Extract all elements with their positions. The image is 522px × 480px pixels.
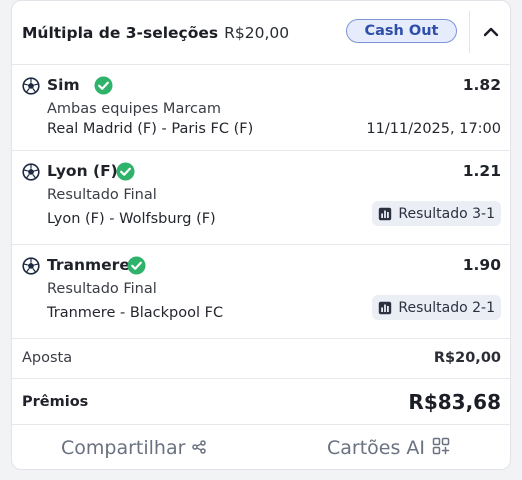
bet-header-amount: R$20,00 xyxy=(224,23,290,42)
selection-item: Lyon (F) 1.21 Resultado Final Lyon (F) -… xyxy=(12,151,510,245)
stake-label: Aposta xyxy=(22,350,73,366)
selection-odds: 1.21 xyxy=(462,162,501,180)
bet-header[interactable]: Múltipla de 3-seleções R$20,00 Cash Out xyxy=(12,1,510,65)
selection-odds: 1.90 xyxy=(462,256,501,274)
event-datetime: 11/11/2025, 17:00 xyxy=(366,121,501,137)
selection-name: Sim xyxy=(47,76,80,94)
ai-cards-label: Cartões AI xyxy=(327,437,426,459)
prize-value: R$83,68 xyxy=(408,390,501,414)
selection-odds: 1.82 xyxy=(462,76,501,94)
slip-footer: Compartilhar Cartões AI xyxy=(12,425,510,469)
cash-out-button[interactable]: Cash Out xyxy=(346,19,457,43)
check-circle-icon xyxy=(94,76,113,95)
check-circle-icon xyxy=(127,256,146,275)
bet-type-title: Múltipla de 3-seleções xyxy=(22,23,219,42)
stake-row: Aposta R$20,00 xyxy=(12,339,510,379)
share-button[interactable]: Compartilhar xyxy=(61,425,207,469)
result-badge[interactable]: Resultado 2-1 xyxy=(372,295,501,320)
selection-market: Resultado Final xyxy=(47,281,157,297)
selection-item: Sim 1.82 Ambas equipes Marcam Real Madri… xyxy=(12,65,510,151)
selection-item: Tranmere 1.90 Resultado Final Tranmere -… xyxy=(12,245,510,339)
selection-event: Lyon (F) - Wolfsburg (F) xyxy=(47,211,216,227)
result-label: Resultado 2-1 xyxy=(398,299,495,316)
result-badge[interactable]: Resultado 3-1 xyxy=(372,201,501,226)
grid-icon xyxy=(432,437,450,460)
bar-chart-icon xyxy=(378,207,392,221)
bar-chart-icon xyxy=(378,301,392,315)
share-label: Compartilhar xyxy=(61,437,186,459)
soccer-ball-icon xyxy=(22,77,40,95)
soccer-ball-icon xyxy=(22,163,40,181)
stake-value: R$20,00 xyxy=(433,350,501,366)
ai-cards-button[interactable]: Cartões AI xyxy=(327,425,450,469)
selection-event: Real Madrid (F) - Paris FC (F) xyxy=(47,121,254,137)
check-circle-icon xyxy=(116,162,135,181)
prize-row: Prêmios R$83,68 xyxy=(12,379,510,425)
selection-market: Resultado Final xyxy=(47,187,157,203)
selection-event: Tranmere - Blackpool FC xyxy=(47,305,224,321)
result-label: Resultado 3-1 xyxy=(398,205,495,222)
soccer-ball-icon xyxy=(22,257,40,275)
selection-name: Lyon (F) xyxy=(47,162,118,180)
chevron-up-icon[interactable] xyxy=(478,21,504,43)
selection-name: Tranmere xyxy=(47,256,130,274)
header-divider xyxy=(469,11,470,53)
bet-slip-card: Múltipla de 3-seleções R$20,00 Cash Out … xyxy=(11,0,511,470)
share-icon xyxy=(192,437,207,459)
selection-market: Ambas equipes Marcam xyxy=(47,101,221,117)
prize-label: Prêmios xyxy=(22,394,89,410)
